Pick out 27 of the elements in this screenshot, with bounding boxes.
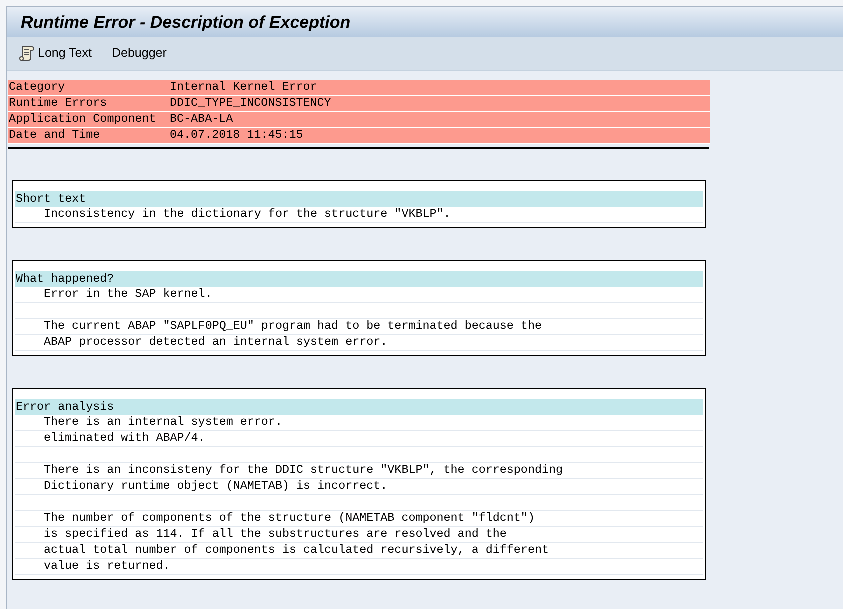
field-label: Category <box>8 80 66 95</box>
text-line: Inconsistency in the dictionary for the structure "VKBLP". <box>44 207 451 222</box>
text-line: There is an inconsisteny for the DDIC structure "VKBLP", the corresponding <box>44 463 564 478</box>
text-line: The number of components of the structure (NAMETAB component "fldcnt") <box>44 511 535 526</box>
text-line: actual total number of components is calculated recursively, a different <box>44 543 549 558</box>
text-line: Dictionary runtime object (NAMETAB) is incorrect. <box>44 479 388 494</box>
field-value: Internal Kernel Error <box>170 80 318 95</box>
field-label: Date and Time <box>8 128 102 143</box>
text-line: Error in the SAP kernel. <box>44 287 212 302</box>
section-heading: What happened? <box>15 271 703 287</box>
debugger-button[interactable]: Debugger <box>110 42 169 64</box>
field-label: Application Component <box>8 112 158 127</box>
field-value: DDIC_TYPE_INCONSISTENCY <box>170 96 332 111</box>
window-title: Runtime Error - Description of Exception <box>21 14 351 30</box>
long-text-button[interactable]: Long Text <box>17 42 94 64</box>
text-line: is specified as 114. If all the substructures are resolved and the <box>44 527 507 542</box>
text-line: The current ABAP "SAPLF0PQ_EU" program had to be terminated because the <box>44 319 542 334</box>
scroll-icon <box>19 45 35 62</box>
section-heading: Short text <box>15 191 703 207</box>
text-line: ABAP processor detected an internal system error. <box>44 335 388 350</box>
field-value: BC-ABA-LA <box>170 112 234 127</box>
text-line: value is returned. <box>44 559 170 574</box>
text-line: There is an internal system error. <box>44 415 282 430</box>
section-heading: Error analysis <box>15 399 703 415</box>
field-value: 04.07.2018 11:45:15 <box>170 128 304 143</box>
field-label: Runtime Errors <box>8 96 108 111</box>
text-line: eliminated with ABAP/4. <box>44 431 206 446</box>
